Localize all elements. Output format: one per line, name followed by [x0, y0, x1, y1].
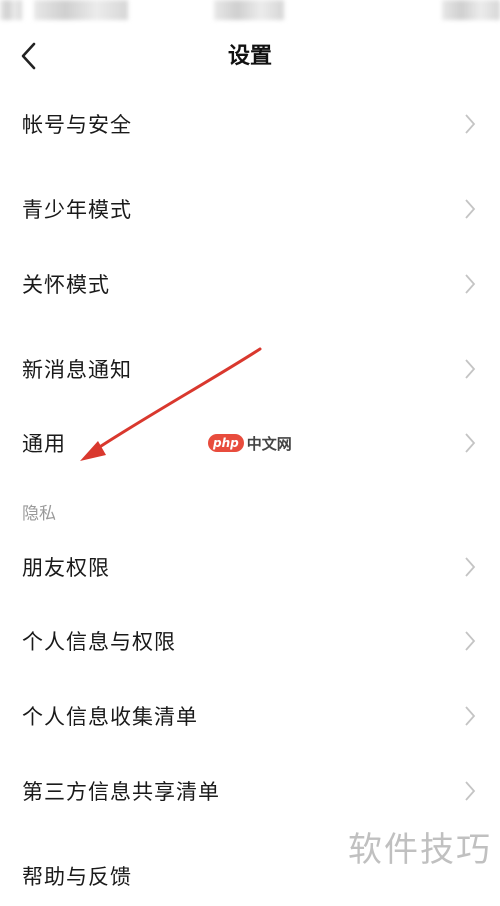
settings-item-label: 青少年模式 [22, 198, 132, 222]
settings-item-notifications[interactable]: 新消息通知 [0, 339, 500, 399]
php-watermark-badge: php [208, 434, 244, 452]
settings-item-label: 通用 [22, 432, 66, 456]
settings-item-label: 帮助与反馈 [22, 865, 132, 889]
top-app-bar: 设置 [0, 30, 500, 84]
chevron-right-icon [465, 274, 476, 294]
chevron-right-icon [465, 706, 476, 726]
settings-item-account-security[interactable]: 帐号与安全 [0, 94, 500, 154]
status-bar-blur [442, 0, 500, 20]
settings-item-third-party-sharing[interactable]: 第三方信息共享清单 [0, 761, 500, 821]
section-divider [0, 160, 500, 170]
settings-item-personal-info-permissions[interactable]: 个人信息与权限 [0, 611, 500, 671]
php-watermark-text: 中文网 [246, 434, 292, 453]
php-watermark: php 中文网 [208, 432, 292, 454]
settings-item-personal-info-collection[interactable]: 个人信息收集清单 [0, 686, 500, 746]
settings-item-label: 朋友权限 [22, 556, 110, 580]
settings-item-teen-mode[interactable]: 青少年模式 [0, 179, 500, 239]
section-header-privacy: 隐私 [22, 504, 56, 524]
chevron-right-icon [465, 557, 476, 577]
settings-item-label: 帐号与安全 [22, 113, 132, 137]
settings-item-label: 新消息通知 [22, 358, 132, 382]
settings-item-label: 个人信息收集清单 [22, 705, 198, 729]
status-bar-blur [214, 0, 284, 20]
settings-item-label: 个人信息与权限 [22, 630, 176, 654]
settings-item-care-mode[interactable]: 关怀模式 [0, 254, 500, 314]
settings-item-friend-permissions[interactable]: 朋友权限 [0, 537, 500, 597]
chevron-right-icon [465, 781, 476, 801]
settings-item-label: 关怀模式 [22, 273, 110, 297]
corner-watermark: 软件技巧 [348, 830, 492, 870]
settings-item-label: 第三方信息共享清单 [22, 780, 220, 804]
chevron-right-icon [465, 359, 476, 379]
chevron-right-icon [465, 114, 476, 134]
page-title: 设置 [227, 44, 272, 69]
section-divider [0, 320, 500, 330]
status-bar-blur [34, 0, 128, 20]
status-bar [0, 0, 500, 24]
chevron-right-icon [465, 433, 476, 453]
status-bar-blur [0, 0, 22, 20]
chevron-right-icon [465, 199, 476, 219]
chevron-right-icon [465, 631, 476, 651]
